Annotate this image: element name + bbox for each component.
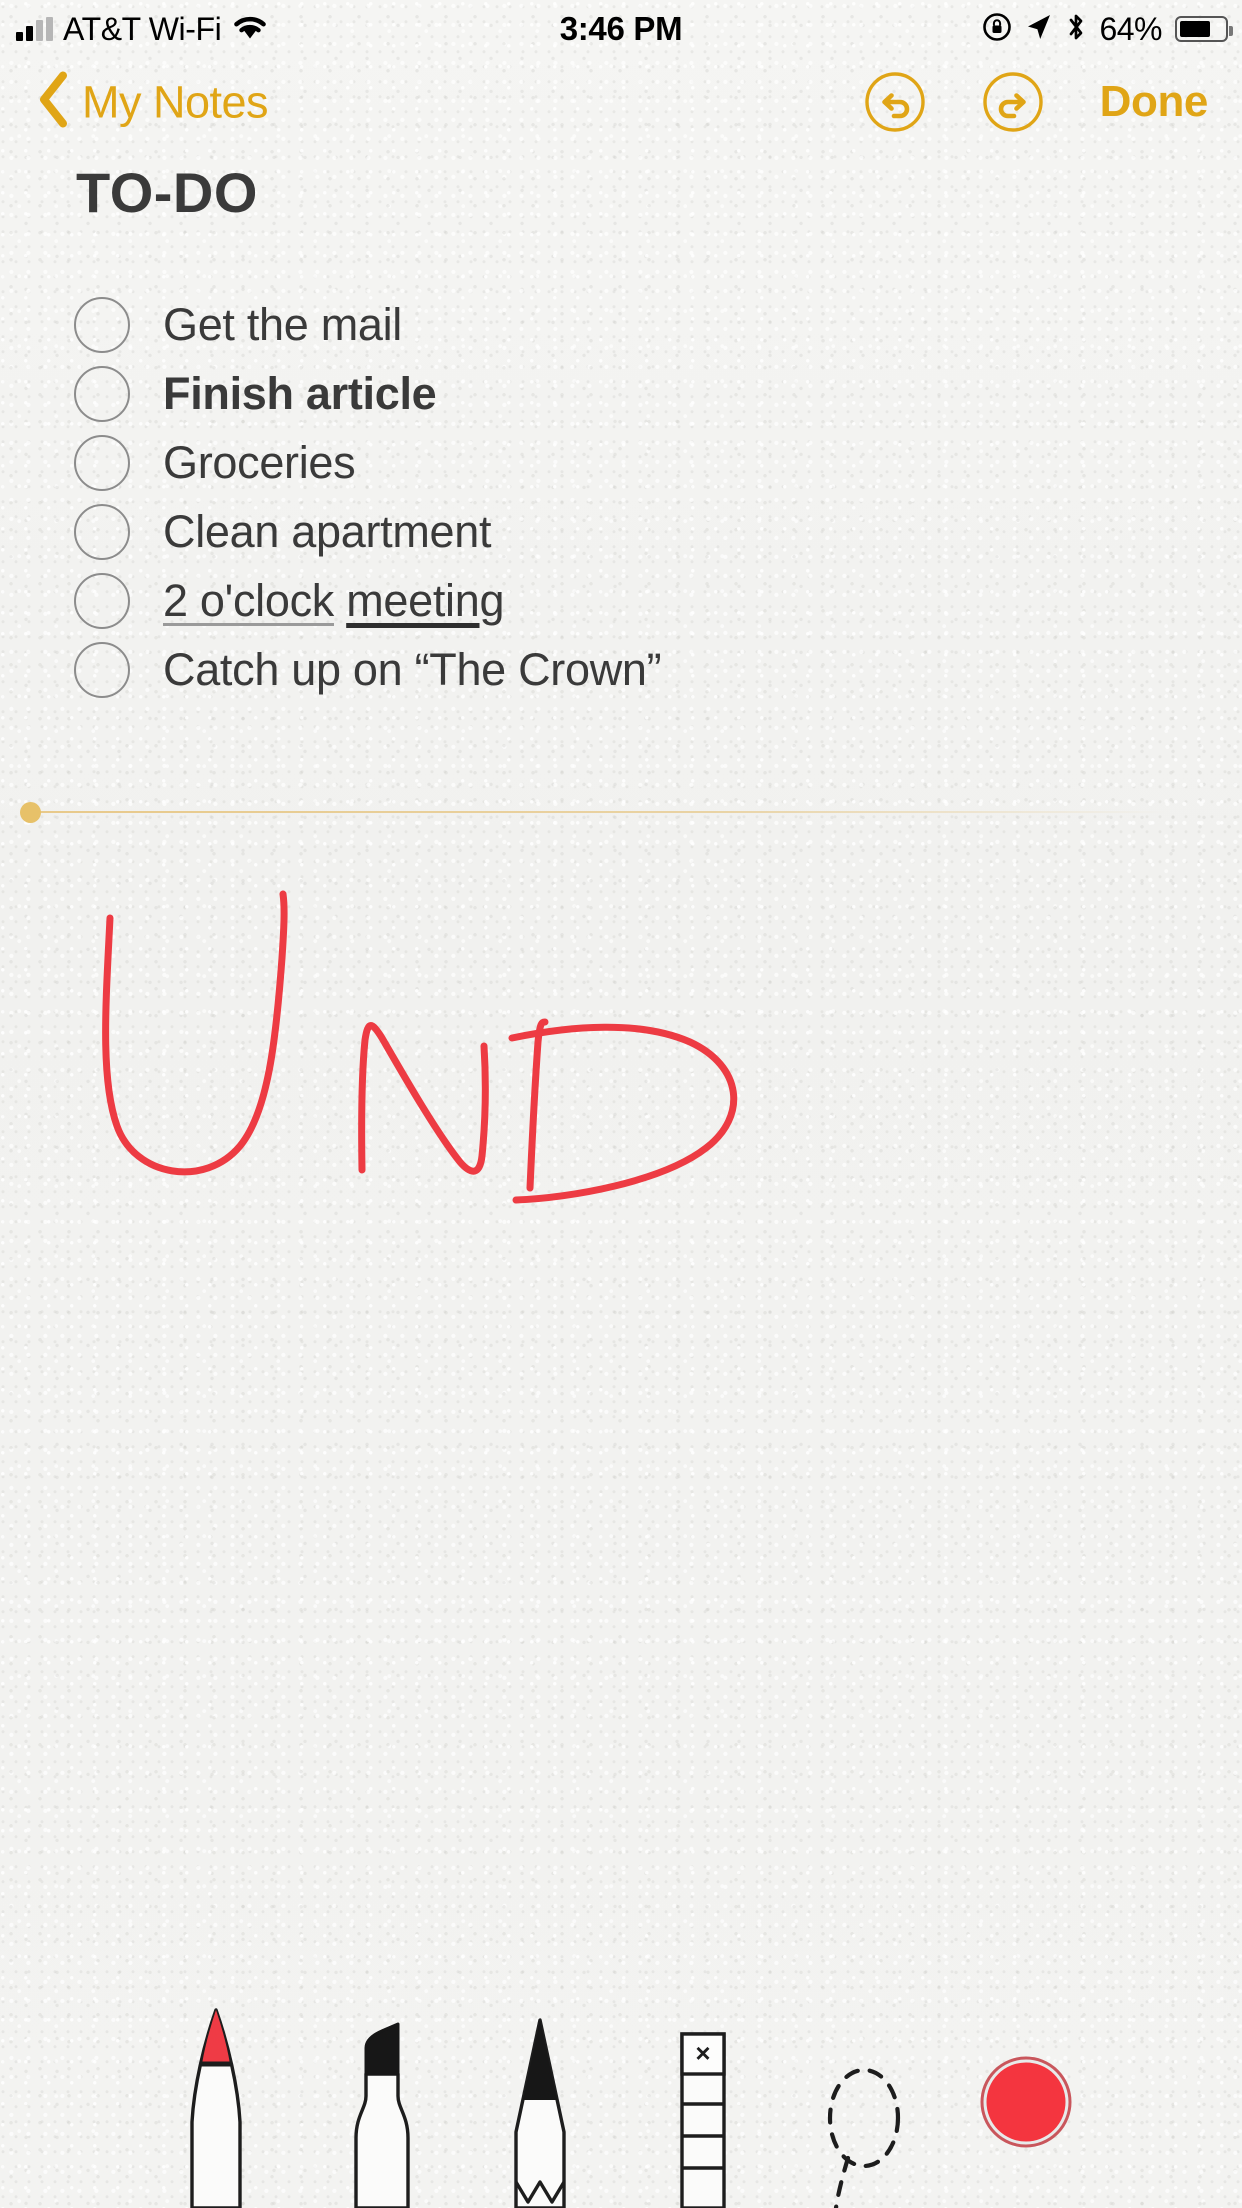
checklist-item-label: Finish article: [163, 368, 436, 420]
location-arrow-icon: [1025, 12, 1053, 47]
battery-icon: [1175, 16, 1228, 42]
checklist-item-label-part: meeting: [346, 575, 504, 626]
checkbox-circle-icon[interactable]: [74, 504, 130, 560]
redo-circle-icon[interactable]: [982, 71, 1044, 133]
note-title: TO-DO: [76, 160, 1242, 225]
checkbox-circle-icon[interactable]: [74, 435, 130, 491]
marker-tool[interactable]: [322, 1996, 434, 2208]
drawing-toolbar: ×: [0, 1978, 1242, 2208]
note-body: TO-DO Get the mail Finish article Grocer…: [0, 146, 1242, 704]
checkbox-circle-icon[interactable]: [74, 573, 130, 629]
back-button-label: My Notes: [82, 76, 268, 128]
status-bar-right: 64%: [982, 11, 1228, 48]
checklist-item[interactable]: Groceries: [0, 428, 1242, 497]
bluetooth-icon: [1066, 11, 1086, 48]
divider-line: [30, 811, 1167, 813]
sketch-divider: [0, 810, 1242, 814]
done-button[interactable]: Done: [1100, 77, 1208, 127]
undo-circle-icon[interactable]: [864, 71, 926, 133]
back-button[interactable]: My Notes: [36, 71, 268, 134]
chevron-left-icon: [36, 71, 70, 134]
pen-tool[interactable]: [160, 1996, 272, 2208]
tool-list: ×: [0, 1996, 1242, 2208]
rotation-lock-icon: [982, 12, 1012, 47]
checklist-item[interactable]: Finish article: [0, 359, 1242, 428]
color-swatch[interactable]: [970, 1996, 1082, 2208]
checklist-item-label-part: 2 o'clock: [163, 575, 334, 626]
checklist-item-label: Catch up on “The Crown”: [163, 644, 661, 696]
checkbox-circle-icon[interactable]: [74, 297, 130, 353]
pencil-tool[interactable]: [484, 1996, 596, 2208]
status-bar: AT&T Wi-Fi 3:46 PM: [0, 0, 1242, 58]
navigation-actions: Done: [864, 71, 1208, 133]
checklist-item-label-space: [334, 575, 346, 626]
handwriting-sketch: [0, 870, 1242, 1290]
lasso-tool[interactable]: [808, 1996, 920, 2208]
checklist-item-label: Clean apartment: [163, 506, 491, 558]
checkbox-circle-icon[interactable]: [74, 642, 130, 698]
eraser-x-glyph: ×: [695, 2038, 710, 2068]
divider-handle[interactable]: [20, 802, 41, 823]
checklist-item[interactable]: Get the mail: [0, 290, 1242, 359]
notes-app-screen: AT&T Wi-Fi 3:46 PM: [0, 0, 1242, 2208]
checklist-item[interactable]: Catch up on “The Crown”: [0, 635, 1242, 704]
checklist-item-label-rich: 2 o'clock meeting: [163, 575, 504, 627]
checklist-item-label: Get the mail: [163, 299, 402, 351]
checklist-item-label: Groceries: [163, 437, 355, 489]
navigation-bar: My Notes Done: [0, 58, 1242, 146]
eraser-tool[interactable]: ×: [646, 1996, 758, 2208]
checklist-item[interactable]: Clean apartment: [0, 497, 1242, 566]
checkbox-circle-icon[interactable]: [74, 366, 130, 422]
checklist: Get the mail Finish article Groceries Cl…: [0, 290, 1242, 704]
battery-percent-label: 64%: [1099, 11, 1162, 48]
checklist-item[interactable]: 2 o'clock meeting: [0, 566, 1242, 635]
